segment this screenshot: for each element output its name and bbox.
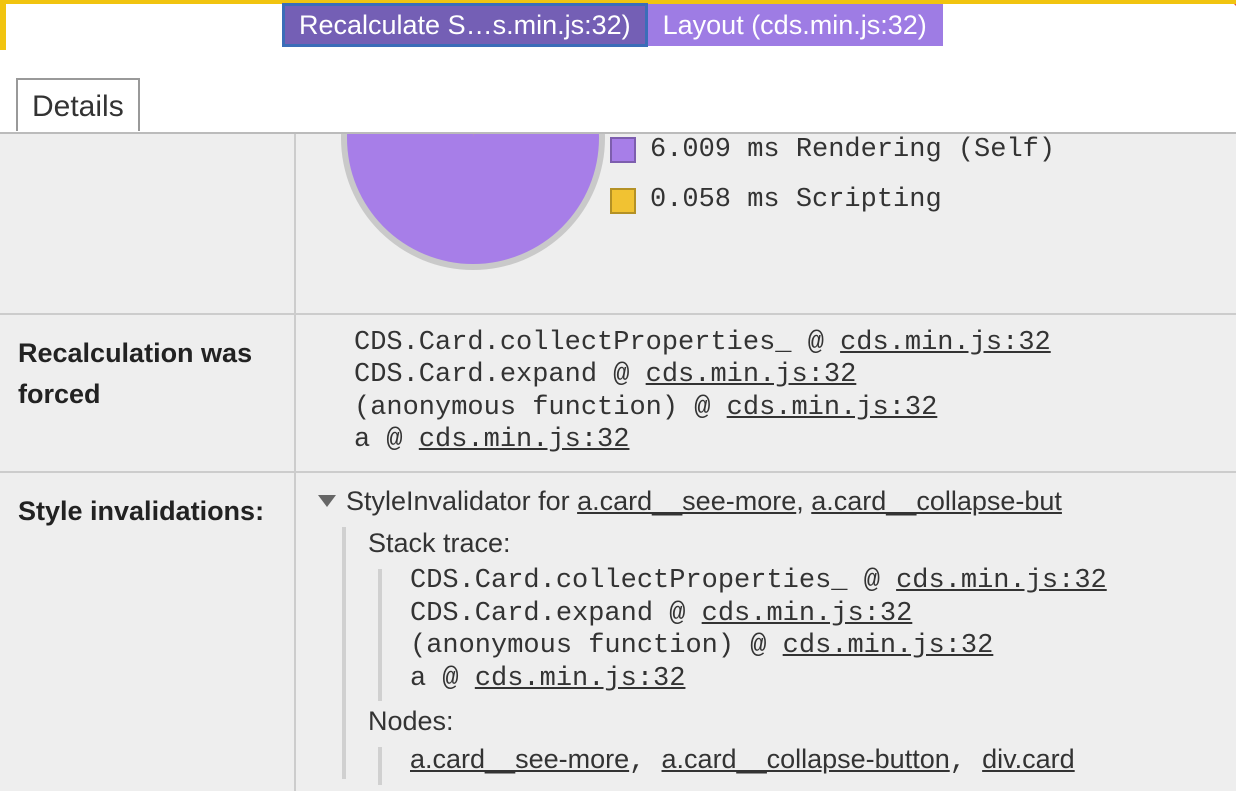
legend-rendering: 6.009 ms Rendering (Self) (610, 134, 1055, 166)
source-link[interactable]: cds.min.js:32 (646, 360, 857, 390)
legend-scripting-text: 0.058 ms Scripting (650, 184, 942, 216)
recalculation-forced-row: Recalculation was forced CDS.Card.collec… (0, 315, 1236, 473)
invalidator-tree-item[interactable]: StyleInvalidator for a.card__see-more, a… (318, 485, 1216, 517)
stack-trace-heading: Stack trace: (368, 527, 1216, 559)
style-invalidations-label: Style invalidations: (0, 473, 296, 791)
source-link[interactable]: cds.min.js:32 (727, 393, 938, 423)
stack-frame: (anonymous function) @ cds.min.js:32 (354, 392, 1216, 424)
source-link[interactable]: cds.min.js:32 (702, 599, 913, 629)
source-link[interactable]: cds.min.js:32 (896, 566, 1107, 596)
recalculation-forced-label: Recalculation was forced (0, 315, 296, 471)
flamechart-entry-recalculate-style[interactable]: Recalculate S…s.min.js:32) (283, 4, 647, 46)
stack-frame: CDS.Card.expand @ cds.min.js:32 (410, 598, 1216, 630)
source-link[interactable]: cds.min.js:32 (840, 328, 1051, 358)
stack-frame: CDS.Card.collectProperties_ @ cds.min.js… (410, 565, 1216, 597)
stack-frame: (anonymous function) @ cds.min.js:32 (410, 630, 1216, 662)
stack-frame: a @ cds.min.js:32 (354, 424, 1216, 456)
aggregated-time-label (0, 134, 296, 313)
stack-frame: CDS.Card.collectProperties_ @ cds.min.js… (354, 327, 1216, 359)
nodes-list: a.card__see-more, a.card__collapse-butto… (410, 743, 1216, 778)
node-link[interactable]: a.card__collapse-button (662, 744, 950, 774)
swatch-rendering-icon (610, 137, 636, 163)
selector-link[interactable]: a.card__see-more (577, 486, 796, 516)
aggregated-time-row: 6.009 ms Rendering (Self) 0.058 ms Scrip… (0, 134, 1236, 315)
stack-frame: a @ cds.min.js:32 (410, 663, 1216, 695)
tab-details[interactable]: Details (16, 78, 140, 131)
flamechart-row[interactable]: Recalculate S…s.min.js:32) Layout (cds.m… (0, 0, 1236, 52)
source-link[interactable]: cds.min.js:32 (419, 425, 630, 455)
stack-frame: CDS.Card.expand @ cds.min.js:32 (354, 359, 1216, 391)
node-link[interactable]: div.card (982, 744, 1075, 774)
source-link[interactable]: cds.min.js:32 (475, 664, 686, 694)
legend-scripting: 0.058 ms Scripting (610, 184, 1055, 216)
source-link[interactable]: cds.min.js:32 (783, 631, 994, 661)
flamechart-entry-layout[interactable]: Layout (cds.min.js:32) (647, 4, 943, 46)
legend-rendering-text: 6.009 ms Rendering (Self) (650, 134, 1055, 166)
disclosure-triangle-icon[interactable] (318, 495, 336, 507)
selector-link[interactable]: a.card__collapse-but (811, 486, 1062, 516)
nodes-heading: Nodes: (368, 705, 1216, 737)
node-link[interactable]: a.card__see-more (410, 744, 629, 774)
swatch-scripting-icon (610, 188, 636, 214)
time-pie-chart (336, 134, 610, 301)
details-tabbar: Details (0, 78, 1236, 134)
style-invalidations-row: Style invalidations: StyleInvalidator fo… (0, 473, 1236, 791)
